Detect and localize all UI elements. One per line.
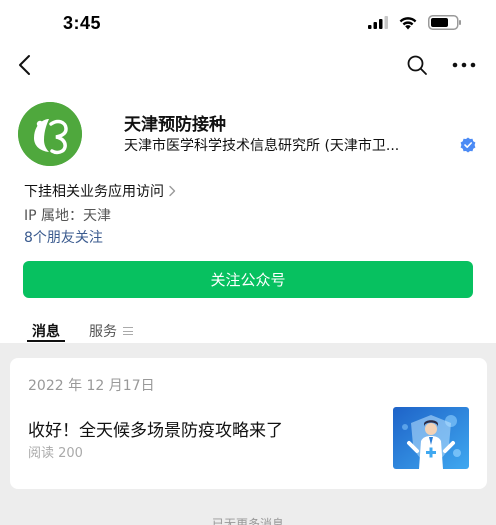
follow-button[interactable]: 关注公众号 — [23, 261, 473, 298]
ip-location: IP 属地：天津 — [24, 208, 112, 224]
status-icons — [368, 15, 462, 30]
chevron-left-icon[interactable] — [14, 52, 38, 78]
avatar[interactable] — [18, 102, 82, 166]
verified-badge-icon — [460, 137, 476, 153]
status-time: 3:45 — [63, 13, 102, 33]
more-icon[interactable] — [452, 60, 476, 70]
tab-messages[interactable]: 消息 — [32, 321, 60, 341]
tab-services-label: 服务 — [89, 324, 117, 340]
signal-icon — [368, 16, 388, 29]
wifi-icon — [399, 16, 417, 29]
menu-icon — [123, 327, 133, 335]
article-title[interactable]: 收好！全天候多场景防疫攻略来了 — [28, 416, 283, 441]
account-name: 天津预防接种 — [124, 115, 226, 135]
article-date: 2022 年 12 月17日 — [28, 378, 155, 394]
related-services-link[interactable]: 下挂相关业务应用访问 — [24, 181, 176, 201]
doctor-illustration-icon — [393, 407, 469, 469]
account-logo-icon — [18, 102, 82, 166]
friends-following-link[interactable]: 8个朋友关注 — [24, 227, 103, 247]
org-row: 天津市医学科学技术信息研究所 (天津市卫... — [124, 135, 480, 155]
article-read-count: 阅读 200 — [28, 446, 83, 461]
tab-services[interactable]: 服务 — [89, 321, 133, 341]
search-icon[interactable] — [406, 54, 428, 76]
related-services-label: 下挂相关业务应用访问 — [24, 184, 164, 200]
status-bar: 3:45 — [0, 0, 496, 48]
active-tab-indicator — [27, 340, 65, 342]
org-name: 天津市医学科学技术信息研究所 (天津市卫... — [124, 138, 400, 154]
article-card[interactable]: 2022 年 12 月17日 收好！全天候多场景防疫攻略来了 阅读 200 — [10, 358, 487, 489]
battery-icon — [428, 15, 461, 30]
chevron-right-icon — [169, 185, 176, 197]
article-thumbnail[interactable] — [393, 407, 469, 469]
no-more-messages: 已无更多消息 — [211, 517, 284, 525]
